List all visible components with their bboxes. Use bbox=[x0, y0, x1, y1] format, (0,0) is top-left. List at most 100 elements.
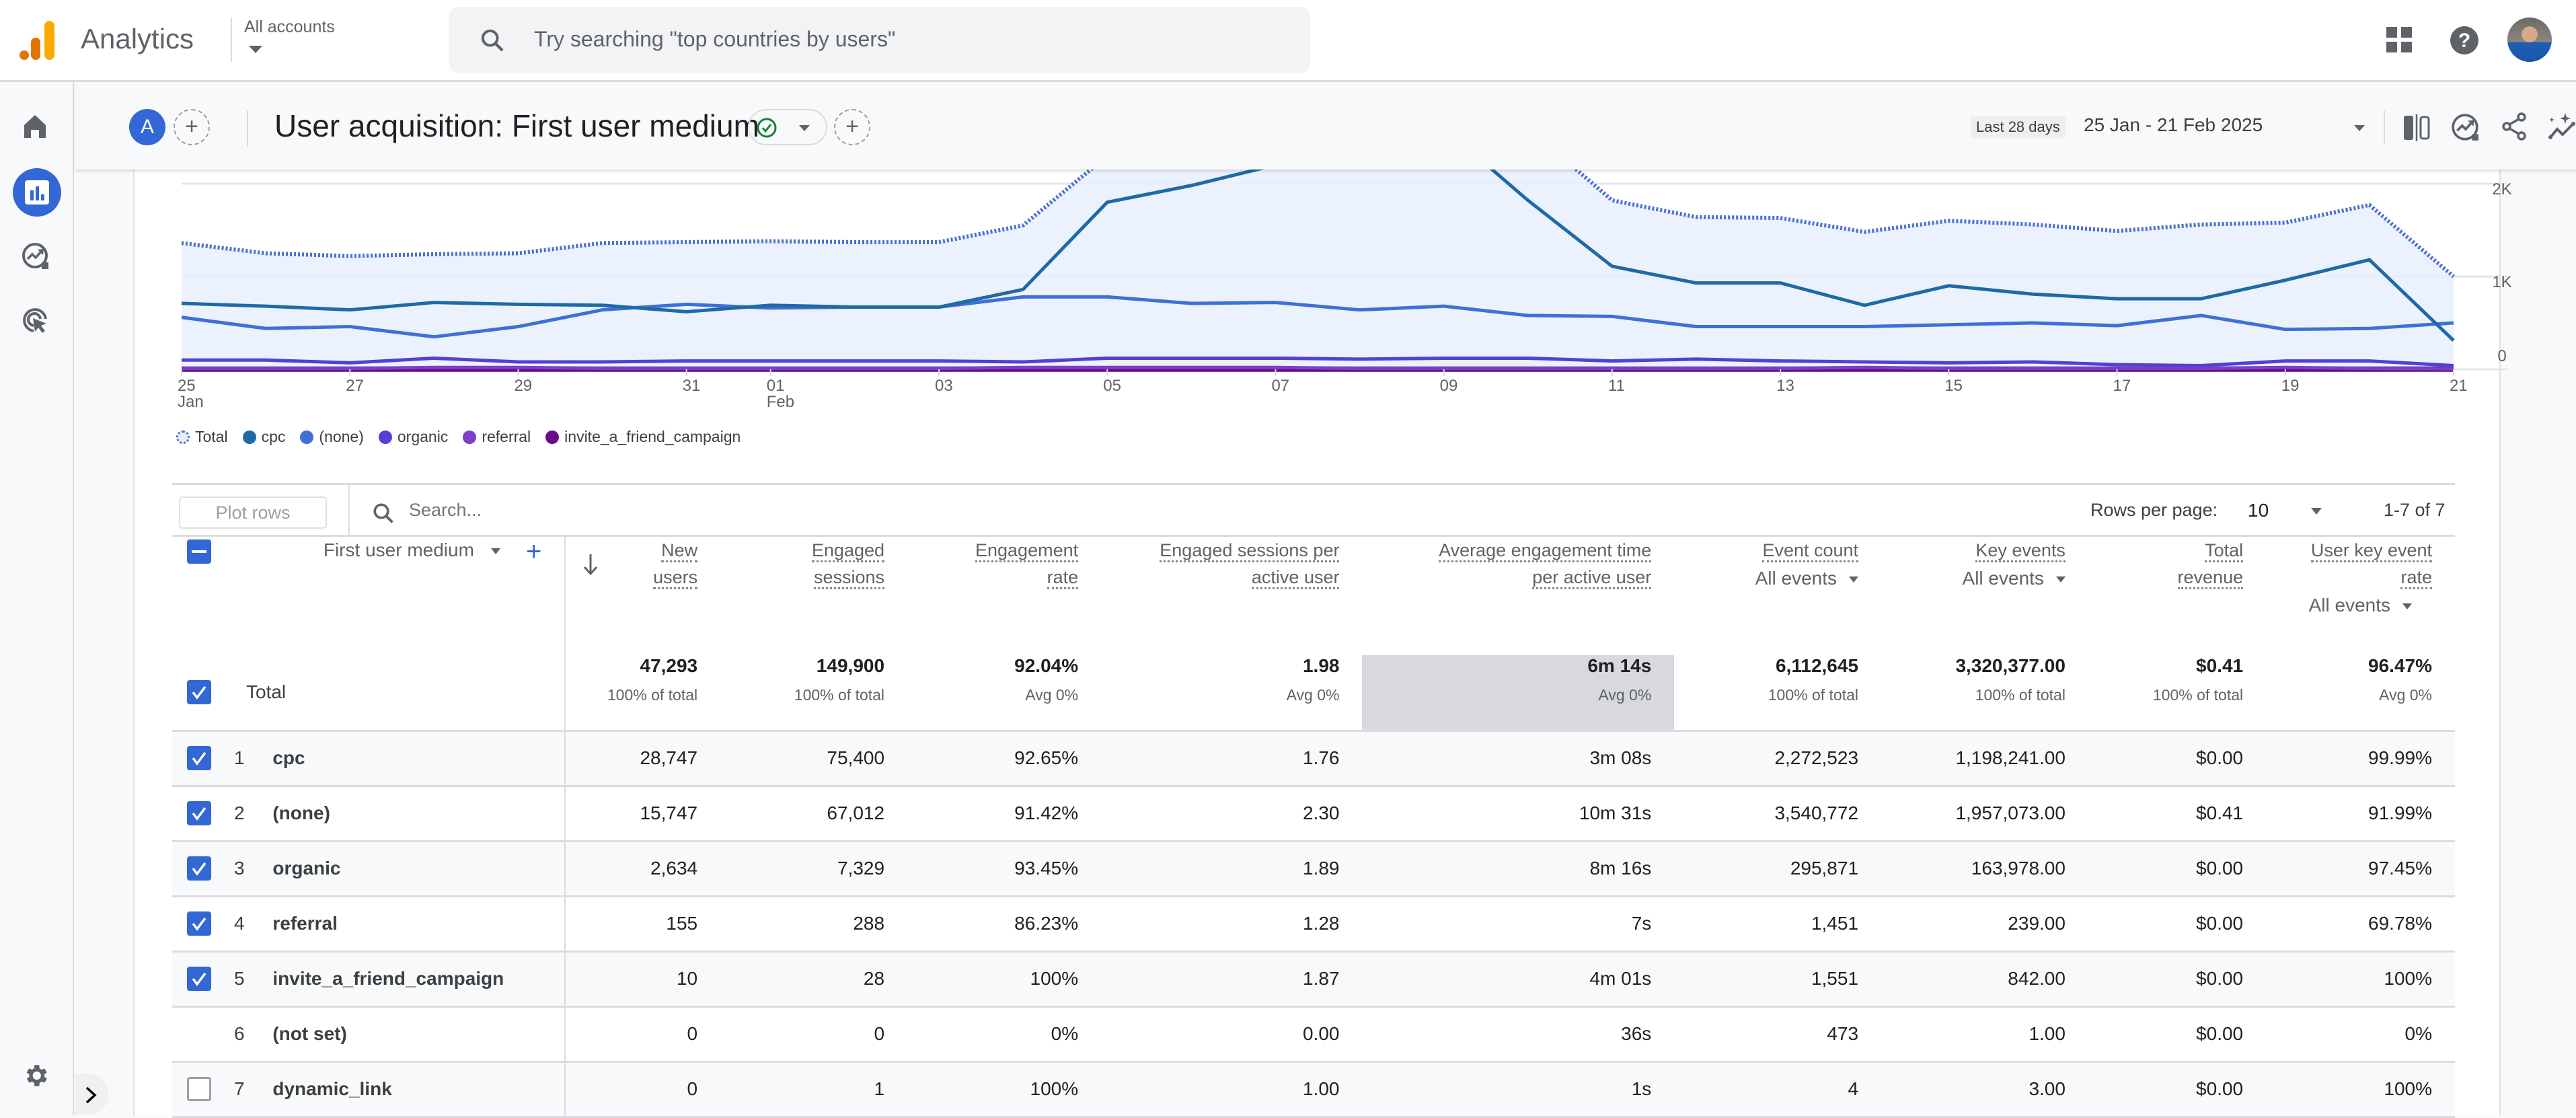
x-tick-label: 07 bbox=[1271, 377, 1289, 395]
table-search-input[interactable] bbox=[409, 500, 812, 521]
caret-down-icon[interactable] bbox=[2354, 125, 2365, 131]
caret-down-icon[interactable] bbox=[2055, 576, 2066, 583]
caret-down-icon[interactable] bbox=[491, 548, 501, 555]
total-cell: 92.04% Avg 0% bbox=[907, 655, 1102, 732]
column-header-total-revenue[interactable]: Total revenue bbox=[2088, 537, 2266, 655]
metric-cell: 1,957,073.00 bbox=[1881, 786, 2088, 842]
legend-item[interactable]: cpc bbox=[242, 428, 285, 446]
table-row[interactable]: 2 (none) 15,747 67,012 91.42% 2.30 10m 31s 3,54… bbox=[172, 786, 2455, 842]
metric-cell: 1.76 bbox=[1101, 731, 1363, 787]
date-range-picker[interactable]: 25 Jan - 21 Feb 2025 bbox=[2084, 114, 2263, 136]
share-icon[interactable] bbox=[2501, 112, 2528, 141]
insights-icon[interactable] bbox=[2451, 113, 2480, 143]
event-filter-select[interactable]: All events bbox=[1963, 565, 2044, 592]
series-line-referral[interactable] bbox=[182, 365, 2454, 371]
column-header-new-users[interactable]: New users bbox=[565, 537, 720, 655]
totals-checkbox[interactable] bbox=[187, 680, 211, 705]
date-preset-chip[interactable]: Last 28 days bbox=[1971, 116, 2066, 139]
data-table: First user medium + New users Engaged sess… bbox=[172, 537, 2455, 1118]
row-checkbox[interactable] bbox=[187, 856, 211, 881]
total-cell: 6m 14s Avg 0% bbox=[1362, 655, 1675, 732]
rows-per-page-select[interactable]: 10 bbox=[2248, 500, 2269, 521]
dimension-header-label[interactable]: First user medium bbox=[324, 539, 474, 560]
select-all-checkbox[interactable] bbox=[187, 539, 211, 564]
sort-descending-arrow-icon[interactable] bbox=[582, 553, 599, 576]
column-header-event-count[interactable]: Event count All events bbox=[1674, 537, 1881, 655]
row-dimension-value[interactable]: (not set) bbox=[267, 1006, 566, 1063]
table-row[interactable]: 1 cpc 28,747 75,400 92.65% 1.76 3m 08s 2,272,52… bbox=[172, 731, 2455, 787]
row-dimension-value[interactable]: referral bbox=[267, 896, 566, 953]
metric-cell: 1.28 bbox=[1101, 896, 1363, 953]
table-row[interactable]: 6 (not set) 0 0 0% 0.00 36s 473 1.00 $0.00 0% bbox=[172, 1006, 2455, 1063]
column-header-average-engagement-time[interactable]: Average engagement time per active user bbox=[1362, 537, 1674, 655]
metric-cell: 8m 16s bbox=[1362, 841, 1675, 897]
search-icon bbox=[373, 503, 393, 523]
total-cell: 1.98 Avg 0% bbox=[1101, 655, 1363, 732]
row-dimension-value[interactable]: invite_a_friend_campaign bbox=[267, 951, 566, 1008]
add-comparison-button[interactable]: + bbox=[174, 109, 210, 145]
report-status-dropdown[interactable] bbox=[748, 109, 827, 145]
ai-insights-sparkle-icon[interactable] bbox=[2548, 112, 2576, 141]
legend-item[interactable]: (none) bbox=[300, 428, 364, 446]
table-row[interactable]: 5 invite_a_friend_campaign 10 28 100% 1.87 4m … bbox=[172, 951, 2455, 1008]
column-header-engaged-sessions[interactable]: Engaged sessions bbox=[720, 537, 907, 655]
metric-cell: 1.00 bbox=[1101, 1061, 1363, 1118]
row-checkbox[interactable] bbox=[187, 967, 211, 991]
legend-label: organic bbox=[397, 428, 449, 445]
row-checkbox[interactable] bbox=[187, 746, 211, 770]
legend-swatch-icon bbox=[176, 430, 190, 444]
row-index: 5 bbox=[234, 951, 268, 1008]
legend-label: (none) bbox=[319, 428, 364, 445]
caret-down-icon[interactable] bbox=[2311, 508, 2322, 515]
metric-cell: 91.99% bbox=[2266, 786, 2455, 842]
table-row[interactable]: 4 referral 155 288 86.23% 1.28 7s 1,451 239.00 $0… bbox=[172, 896, 2455, 953]
legend-item[interactable]: referral bbox=[463, 428, 531, 446]
y-tick-label: 0 bbox=[2497, 347, 2506, 365]
legend-item[interactable]: invite_a_friend_campaign bbox=[545, 428, 741, 446]
x-tick-label: 15 bbox=[1944, 377, 1963, 395]
event-filter-select[interactable]: All events bbox=[2309, 592, 2390, 619]
expand-nav-button[interactable] bbox=[75, 1074, 108, 1115]
total-value: 3,320,377.00 bbox=[1955, 655, 2066, 676]
settings-gear-icon[interactable] bbox=[22, 1061, 50, 1090]
x-tick-sublabel: Feb bbox=[767, 393, 794, 411]
row-checkbox[interactable] bbox=[187, 911, 211, 936]
caret-down-icon[interactable] bbox=[1849, 576, 1859, 583]
add-dimension-button[interactable]: + bbox=[526, 537, 541, 566]
row-index: 1 bbox=[234, 731, 268, 787]
row-checkbox[interactable] bbox=[187, 1077, 211, 1101]
metric-cell: 69.78% bbox=[2266, 896, 2455, 953]
metric-cell: 86.23% bbox=[907, 896, 1102, 953]
caret-down-icon[interactable] bbox=[2402, 603, 2412, 610]
row-dimension-value[interactable]: cpc bbox=[267, 731, 566, 787]
legend-item[interactable]: Total bbox=[176, 428, 228, 446]
divider bbox=[2384, 110, 2385, 144]
table-row[interactable]: 7 dynamic_link 0 1 100% 1.00 1s 4 3.00 $0.00 100% bbox=[172, 1061, 2455, 1118]
total-value: 6,112,645 bbox=[1776, 655, 1859, 676]
x-tick-label: 05 bbox=[1103, 377, 1121, 395]
add-report-button[interactable]: + bbox=[834, 109, 870, 145]
column-header-key-events[interactable]: Key events All events bbox=[1881, 537, 2088, 655]
table-header-row: First user medium + New users Engaged sess… bbox=[172, 537, 2455, 655]
chart-legend: Total cpc (none) organic referral invite_a_fr… bbox=[176, 428, 741, 446]
column-header-engaged-sessions-per-active-user[interactable]: Engaged sessions per active user bbox=[1101, 537, 1362, 655]
row-checkbox[interactable] bbox=[187, 801, 211, 825]
comparison-segment-a[interactable]: A bbox=[129, 109, 165, 145]
metric-cell: 0.00 bbox=[1101, 1006, 1363, 1063]
compare-columns-icon[interactable] bbox=[2402, 114, 2432, 141]
metric-cell: 1,551 bbox=[1674, 951, 1882, 1008]
event-filter-select[interactable]: All events bbox=[1755, 565, 1837, 592]
row-dimension-value[interactable]: organic bbox=[267, 841, 566, 897]
table-row[interactable]: 3 organic 2,634 7,329 93.45% 1.89 8m 16s 295,87… bbox=[172, 841, 2455, 897]
metric-cell: 0 bbox=[565, 1006, 721, 1063]
legend-item[interactable]: organic bbox=[378, 428, 449, 446]
row-index: 7 bbox=[234, 1061, 268, 1118]
row-dimension-value[interactable]: dynamic_link bbox=[267, 1061, 566, 1118]
column-header-user-key-event-rate[interactable]: User key event rate All events bbox=[2266, 537, 2455, 655]
column-header-engagement-rate[interactable]: Engagement rate bbox=[907, 537, 1101, 655]
metric-cell: 10 bbox=[565, 951, 721, 1008]
metric-cell: 67,012 bbox=[720, 786, 908, 842]
metric-cell: $0.00 bbox=[2088, 896, 2267, 953]
plot-rows-button[interactable]: Plot rows bbox=[179, 496, 327, 529]
row-dimension-value[interactable]: (none) bbox=[267, 786, 566, 842]
